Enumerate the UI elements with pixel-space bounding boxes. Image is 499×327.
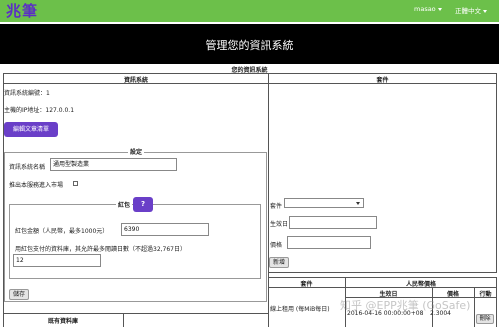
system-name-input[interactable]: 通用型製造業 — [50, 158, 177, 171]
app-logo[interactable]: 兆筆 — [6, 0, 38, 22]
chevron-down-icon — [356, 202, 360, 205]
language-name: 正體中文 — [455, 7, 481, 15]
existing-databases-title: 既有資料庫 — [47, 318, 78, 325]
market-label: 推出本服務進入市場 — [9, 182, 64, 189]
col-rmb-header: 人民幣價格 — [405, 281, 436, 288]
save-button[interactable]: 儲存 — [9, 289, 29, 300]
chevron-down-icon — [437, 7, 442, 11]
user-menu[interactable]: masao — [414, 5, 442, 13]
effective-date-input[interactable] — [289, 216, 377, 229]
divider — [3, 313, 269, 314]
help-button[interactable]: ? — [133, 197, 153, 212]
red-packet-pages-input[interactable]: 12 — [13, 254, 101, 267]
plugin-label: 套件 — [270, 203, 283, 210]
red-packet-amount-label: 紅包金額（人民幣，最多1000元） — [15, 228, 109, 235]
top-bar: 兆筆 masao 正體中文 — [0, 0, 499, 22]
system-name-label: 資訊系統名稱 — [9, 164, 46, 171]
add-button[interactable]: 新增 — [269, 257, 289, 268]
plugin-select[interactable] — [284, 198, 364, 208]
edit-article-list-button[interactable]: 編輯文章清單 — [4, 122, 58, 137]
delete-button[interactable]: 刪除 — [476, 314, 494, 324]
col-plugin-header: 套件 — [300, 281, 313, 288]
price-input[interactable] — [287, 236, 371, 249]
info-panel-title: 資訊系統 — [123, 77, 148, 84]
language-menu[interactable]: 正體中文 — [455, 5, 487, 15]
user-name: masao — [414, 5, 436, 13]
system-id: 資訊系統編號：1 — [4, 90, 50, 97]
red-packet-amount-input[interactable]: 6390 — [121, 223, 209, 236]
red-packet-pages-label: 用紅包支付的資料庫，其允許最多閱讀日數（不超過32,767日） — [15, 246, 186, 253]
page-banner: 管理您的資訊系統 — [0, 24, 499, 64]
red-packet-title: 紅包 — [116, 200, 133, 209]
settings-title: 設定 — [128, 147, 145, 156]
market-checkbox[interactable] — [73, 181, 78, 186]
watermark: 知乎 @EPP兆筆 (GoSafe) — [340, 299, 471, 312]
chevron-down-icon — [483, 9, 487, 13]
table-row-plugin: 線上租用 (每MiB每日) — [270, 306, 330, 313]
price-label: 價格 — [270, 242, 283, 249]
divider — [123, 313, 124, 327]
red-packet-fieldset — [9, 204, 261, 279]
banner-title: 管理您的資訊系統 — [205, 39, 294, 52]
host-ip: 主機的IP地址：127.0.0.1 — [4, 107, 75, 114]
plugins-panel-title: 套件 — [376, 77, 389, 84]
effective-date-label: 生效日 — [270, 221, 289, 228]
sub-action-header: 行動 — [479, 291, 492, 298]
